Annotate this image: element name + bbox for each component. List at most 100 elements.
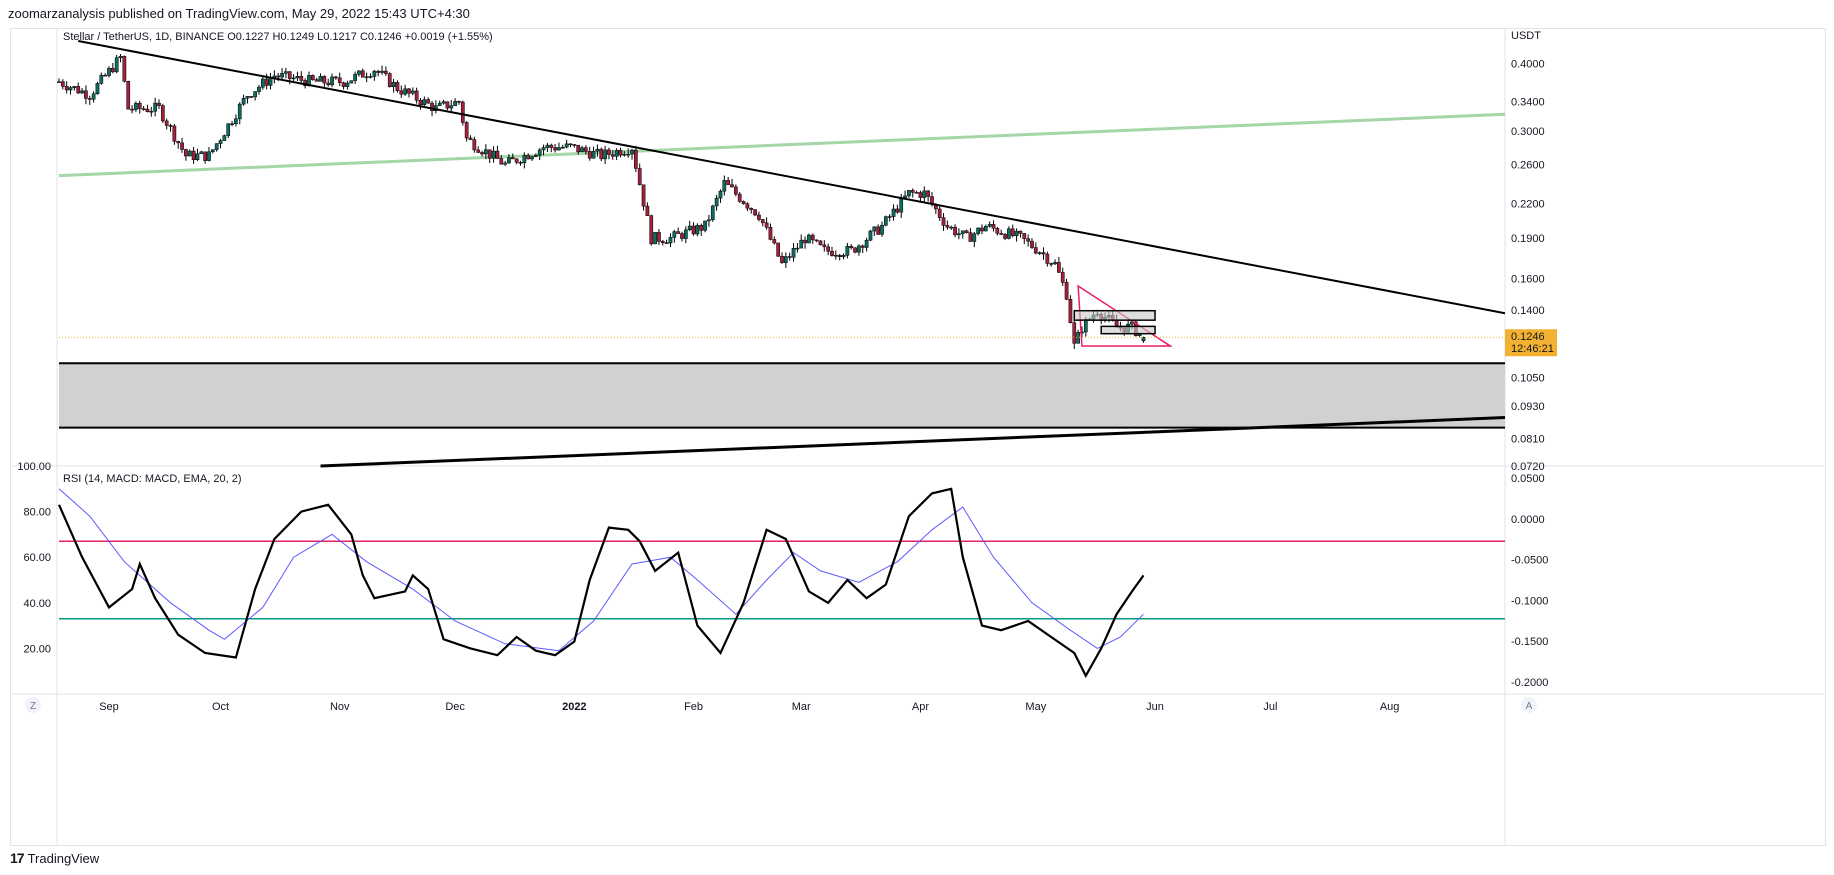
candle-body	[103, 74, 107, 77]
candle-body	[1068, 299, 1073, 323]
candle-body	[230, 123, 234, 125]
candle-body	[757, 214, 761, 220]
candle-body	[172, 125, 177, 142]
candle-body	[334, 76, 338, 79]
candle-body	[449, 105, 454, 109]
candle-body	[618, 150, 623, 156]
candle-body	[849, 245, 854, 249]
candle-body	[868, 230, 873, 241]
chart-frame: Stellar / TetherUS, 1D, BINANCE O0.1227 …	[10, 28, 1826, 846]
candle-body	[830, 250, 834, 256]
indicator-legend[interactable]: RSI (14, MACD: MACD, EMA, 20, 2)	[63, 473, 241, 485]
price-tick: 0.1400	[1511, 305, 1545, 317]
z-button-label[interactable]: Z	[30, 701, 36, 712]
candle-body	[126, 81, 131, 110]
candle-body	[310, 75, 315, 80]
candle-body	[760, 219, 765, 224]
candle-body	[441, 101, 446, 104]
candle-body	[353, 73, 357, 81]
candle-body	[1053, 262, 1057, 265]
candle-body	[118, 56, 123, 59]
candle-body	[599, 148, 604, 160]
candle-body	[995, 228, 1000, 234]
candle-body	[726, 180, 731, 185]
candle-body	[980, 227, 984, 232]
candle-body	[734, 186, 738, 195]
candle-body	[787, 256, 792, 258]
candle-body	[976, 227, 980, 234]
candle-body	[176, 141, 181, 144]
candle-body	[337, 77, 342, 83]
indicator-left-tick: 20.00	[23, 643, 51, 655]
candle-body	[910, 190, 915, 193]
candle-body	[807, 234, 811, 244]
candle-body	[60, 81, 65, 87]
candle-body	[410, 90, 415, 94]
candle-body	[164, 120, 169, 126]
candle-body	[926, 190, 930, 197]
price-tick: 0.0930	[1511, 401, 1545, 413]
candle-body	[983, 226, 988, 232]
candle-body	[414, 90, 419, 101]
candle-body	[287, 71, 292, 79]
candle-body	[553, 147, 557, 151]
candle-body	[810, 234, 815, 241]
candle-body	[826, 246, 830, 252]
candle-body	[1003, 234, 1007, 239]
candle-body	[968, 232, 973, 242]
candle-body	[880, 224, 884, 235]
auto-scale-button-label[interactable]: A	[1526, 701, 1533, 712]
candle-body	[610, 154, 615, 157]
candle-body	[1022, 233, 1027, 239]
auto-scale-button[interactable]: A	[1521, 697, 1537, 713]
candle-body	[364, 76, 369, 79]
candle-body	[137, 103, 142, 109]
publisher-header: zoomarzanalysis published on TradingView…	[8, 6, 470, 21]
price-tick: 0.3400	[1511, 97, 1545, 109]
candle-body	[160, 105, 165, 122]
candle-body	[1010, 228, 1015, 237]
z-button[interactable]: Z	[25, 697, 41, 713]
candle-body	[64, 86, 69, 91]
price-pane-legend[interactable]: Stellar / TetherUS, 1D, BINANCE O0.1227 …	[63, 31, 493, 43]
candle-body	[203, 151, 207, 161]
candle-body	[630, 149, 634, 155]
candle-body	[960, 230, 965, 234]
candle-body	[507, 157, 511, 164]
candle-body	[987, 224, 992, 227]
indicator-left-tick: 80.00	[23, 507, 51, 519]
candle-body	[653, 232, 657, 245]
candle-body	[572, 144, 577, 146]
candle-body	[145, 108, 150, 112]
candle-body	[753, 209, 757, 216]
indicator-left-tick: 100.00	[17, 461, 51, 473]
candle-body	[580, 147, 584, 153]
candle-body	[445, 101, 450, 109]
chart-canvas[interactable]: Stellar / TetherUS, 1D, BINANCE O0.1227 …	[11, 29, 1825, 845]
time-label: Apr	[912, 701, 929, 713]
candle-body	[1141, 336, 1146, 342]
candle-body	[84, 90, 88, 99]
candle-body	[876, 226, 880, 235]
candle-body	[257, 86, 261, 92]
candle-body	[895, 208, 900, 213]
candle-body	[737, 193, 742, 202]
bar-countdown: 12:46:21	[1511, 343, 1554, 355]
time-label: Feb	[684, 701, 703, 713]
candle-body	[668, 237, 673, 244]
candle-body	[330, 76, 334, 86]
candle-body	[991, 224, 996, 229]
candle-body	[676, 231, 681, 234]
candle-body	[57, 81, 61, 83]
candle-body	[122, 56, 127, 82]
candle-body	[707, 219, 711, 222]
candle-body	[295, 76, 300, 79]
candle-body	[1007, 228, 1011, 239]
candle-body	[376, 70, 381, 73]
candle-body	[557, 147, 561, 151]
time-label: Sep	[99, 701, 119, 713]
indicator-right-tick: -0.2000	[1511, 677, 1548, 689]
tradingview-logo-icon: 17	[10, 850, 25, 866]
candle-body	[276, 75, 281, 78]
candle-body	[745, 203, 750, 209]
